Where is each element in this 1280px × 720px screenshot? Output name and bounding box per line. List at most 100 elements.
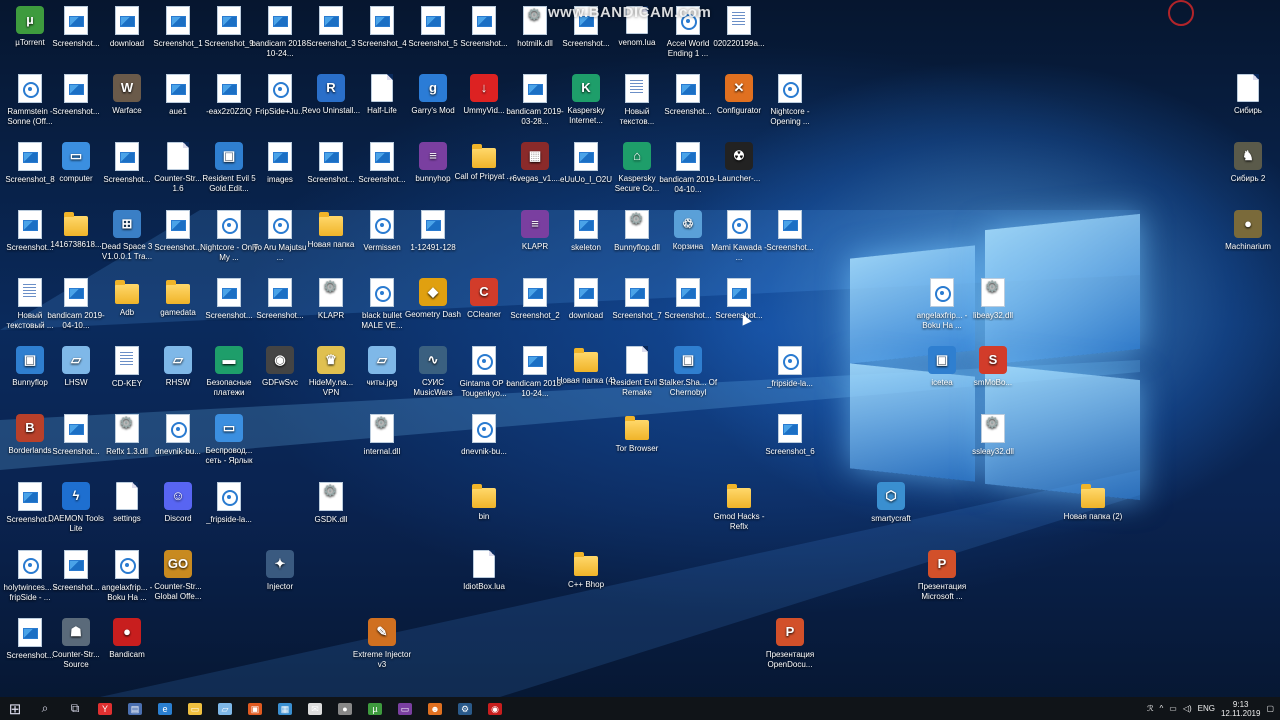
notifications-icon[interactable]: ▢ [1266, 704, 1274, 713]
taskbar-save-app[interactable]: ▤ [120, 697, 150, 720]
taskbar-unknown-app[interactable]: ● [330, 697, 360, 720]
file-icon [626, 346, 648, 374]
folder-icon [727, 484, 751, 508]
desktop-icon[interactable]: _fripside-la... [760, 344, 820, 410]
yandex-browser-icon: Y [98, 702, 112, 715]
pic-icon [370, 6, 394, 35]
desktop-icon[interactable]: 1-12491-128 [403, 208, 463, 274]
desktop-icon[interactable]: P Презентация OpenDocu... [760, 616, 820, 682]
desktop-icon[interactable]: Новая папка (2) [1063, 480, 1123, 546]
taskbar-media-app[interactable]: ▭ [390, 697, 420, 720]
pic-icon [421, 6, 445, 35]
desktop-icon[interactable]: Screenshot... [760, 208, 820, 274]
folder-icon [64, 212, 88, 236]
pic-icon [778, 414, 802, 443]
file-icon [473, 550, 495, 578]
gear-icon [115, 414, 139, 443]
pic-icon [115, 6, 139, 35]
disc-icon [930, 278, 954, 307]
desktop-icon-label: Сибирь [1234, 106, 1262, 115]
desktop-icon[interactable]: 020220199a... [709, 4, 769, 70]
people-icon[interactable]: ℛ [1147, 704, 1153, 713]
folder-icon [574, 348, 598, 372]
steam-icon: ⚙ [458, 702, 472, 715]
network-icon[interactable]: ▭ [1169, 704, 1177, 713]
task-view-button[interactable]: ⧉ [60, 697, 90, 720]
app-icon: B [16, 414, 44, 442]
app-icon: R [317, 74, 345, 102]
app-icon: ☢ [725, 142, 753, 170]
taskbar-office-app[interactable]: ▣ [240, 697, 270, 720]
taskbar-edge[interactable]: e [150, 697, 180, 720]
desktop-icon[interactable]: Сибирь [1218, 72, 1278, 138]
clock[interactable]: 9:13 12.11.2019 [1221, 700, 1260, 718]
taskbar-remote-desktop[interactable]: ▦ [270, 697, 300, 720]
desktop-icon-label: 020220199a... [713, 39, 765, 48]
desktop-icon[interactable]: _fripside-la... [199, 480, 259, 546]
desktop-icon-label: internal.dll [363, 447, 401, 456]
desktop-icon[interactable]: Tor Browser [607, 412, 667, 478]
disc-icon [727, 210, 751, 239]
desktop-icon-label: _fripside-la... [206, 515, 252, 524]
disc-icon [166, 414, 190, 443]
desktop-icon[interactable]: ssleay32.dll [963, 412, 1023, 478]
disc-icon [370, 210, 394, 239]
desktop-icon[interactable]: dnevnik-bu... [454, 412, 514, 478]
desktop-icon-label: ssleay32.dll [972, 447, 1014, 456]
desktop-icon[interactable]: Screenshot... [709, 276, 769, 342]
taskbar-yandex-browser[interactable]: Y [90, 697, 120, 720]
desktop: µ µTorrent Screenshot... download Screenshot… [0, 0, 1280, 697]
taskbar-bandicam-taskbar[interactable]: ◉ [480, 697, 510, 720]
desktop-icon[interactable]: Nightcore - Opening ... [760, 72, 820, 138]
disc-icon [370, 278, 394, 307]
desktop-icon[interactable]: libeay32.dll [963, 276, 1023, 342]
desktop-icon[interactable]: ☢ Launcher-... [709, 140, 769, 206]
desktop-icon[interactable]: ✎ Extreme Injector v3 [352, 616, 412, 682]
desktop-icon[interactable]: ▣ Stalker.Sha... Of Chernobyl [658, 344, 718, 410]
desktop-icon[interactable]: bin [454, 480, 514, 546]
taskbar-steam[interactable]: ⚙ [450, 697, 480, 720]
pic-icon [778, 210, 802, 239]
desktop-icon[interactable]: ⬡ smartycraft [861, 480, 921, 546]
pic-icon [166, 74, 190, 103]
desktop-icon[interactable]: internal.dll [352, 412, 412, 478]
pic-icon [472, 6, 496, 35]
show-hidden-icons-icon[interactable]: ^ [1159, 704, 1163, 713]
desktop-icon[interactable]: ● Machinarium [1218, 208, 1278, 274]
app-icon: ● [113, 618, 141, 646]
disc-icon [18, 550, 42, 579]
start-button[interactable]: ⊞ [0, 697, 30, 720]
desktop-icon[interactable]: C++ Bhop [556, 548, 616, 614]
taskbar-game-app[interactable]: ☻ [420, 697, 450, 720]
desktop-icon[interactable]: ▭ Беспровод... сеть - Ярлык [199, 412, 259, 478]
desktop-icon-label: Презентация Microsoft ... [917, 582, 967, 601]
language-indicator[interactable]: ENG [1198, 704, 1215, 713]
taskbar-utorrent-taskbar[interactable]: µ [360, 697, 390, 720]
desktop-icon[interactable]: Screenshot_6 [760, 412, 820, 478]
pic-icon [523, 346, 547, 375]
taskbar-file-explorer[interactable]: ▭ [180, 697, 210, 720]
disc-icon [217, 210, 241, 239]
app-icon: ▬ [215, 346, 243, 374]
taskbar-mail-app[interactable]: ✉ [300, 697, 330, 720]
desktop-icon[interactable]: Gmod Hacks - Reflx [709, 480, 769, 546]
pic-icon [574, 142, 598, 171]
folder-icon [625, 416, 649, 440]
desktop-icon[interactable]: P Презентация Microsoft ... [912, 548, 972, 614]
search-button[interactable]: ⌕ [30, 697, 60, 720]
desktop-icon[interactable]: ✦ Injector [250, 548, 310, 614]
desktop-icon[interactable]: GO Counter-Str... Global Offe... [148, 548, 208, 614]
desktop-icon[interactable]: IdiotBox.lua [454, 548, 514, 614]
volume-icon[interactable]: ◁) [1183, 704, 1192, 713]
app-icon: P [928, 550, 956, 578]
gear-icon [319, 482, 343, 511]
desktop-icon[interactable]: SsmMoBo... [963, 344, 1023, 410]
desktop-icon-label: IdiotBox.lua [463, 582, 505, 591]
utorrent-taskbar-icon: µ [368, 702, 382, 715]
folder-icon [472, 144, 496, 168]
desktop-icon[interactable]: ● Bandicam [97, 616, 157, 682]
taskbar-notepad-app[interactable]: ▱ [210, 697, 240, 720]
desktop-icon[interactable]: GSDK.dll [301, 480, 361, 546]
save-app-icon: ▤ [128, 702, 142, 715]
desktop-icon[interactable]: ♞ Сибирь 2 [1218, 140, 1278, 206]
